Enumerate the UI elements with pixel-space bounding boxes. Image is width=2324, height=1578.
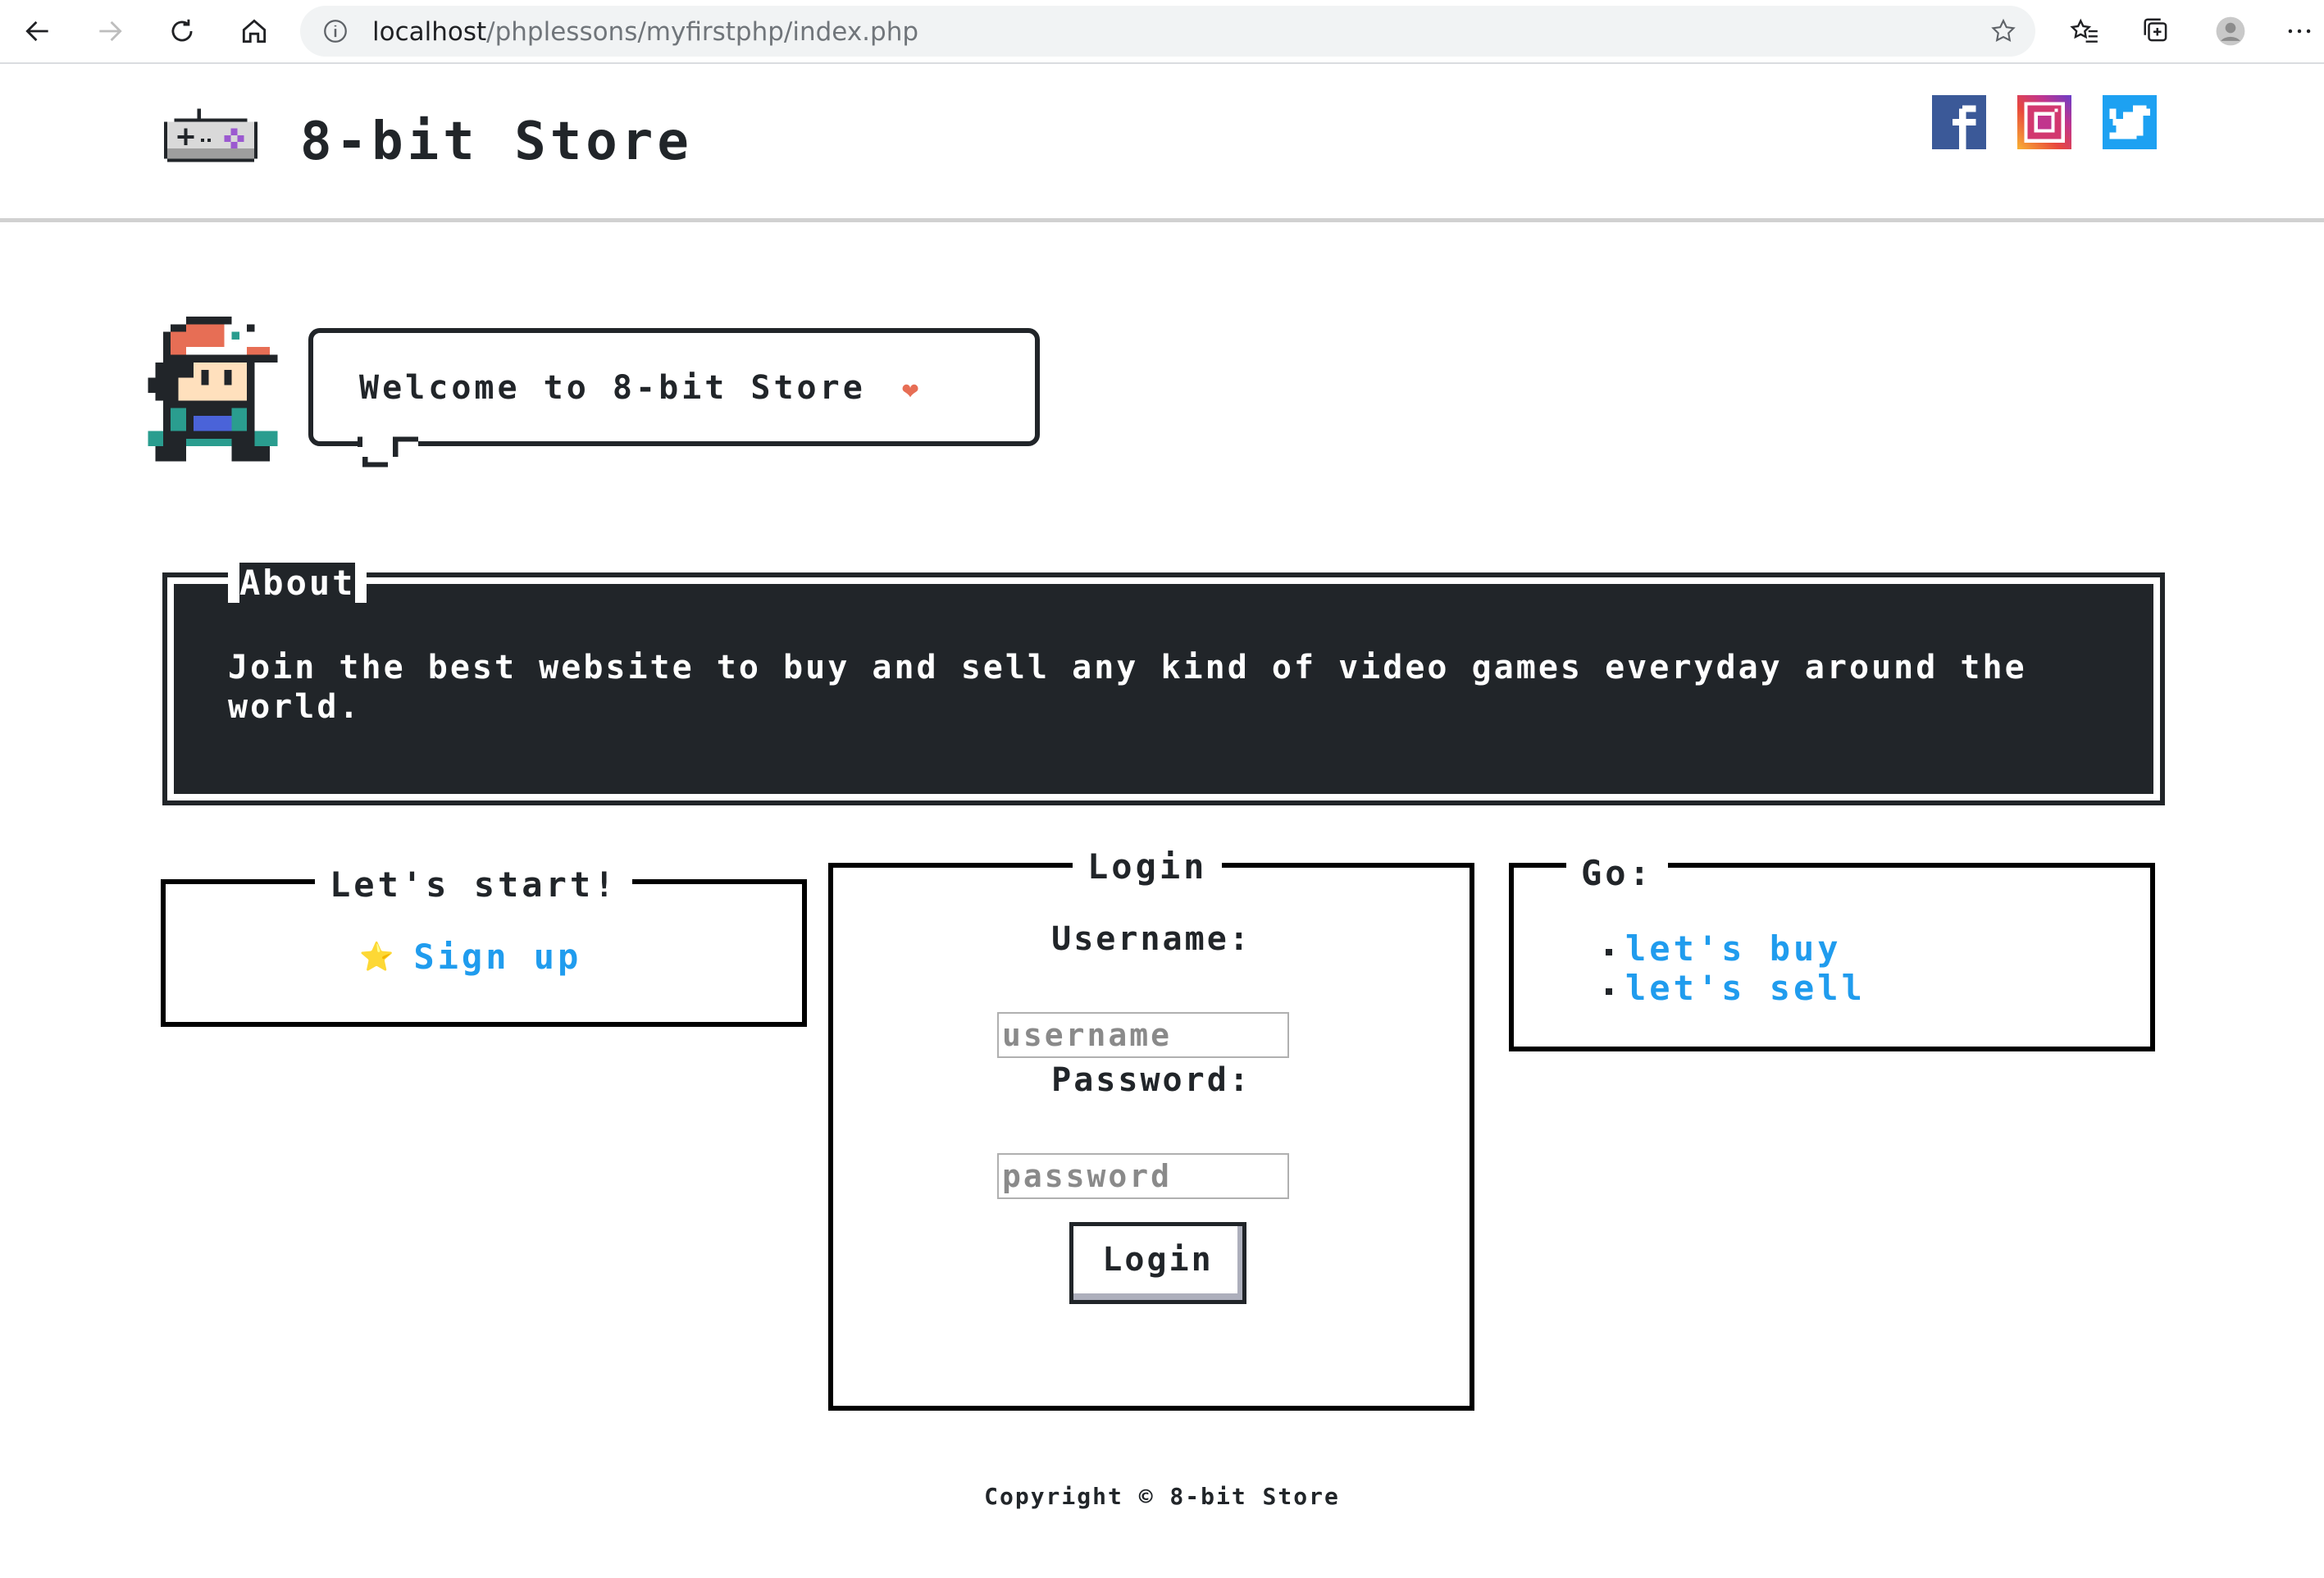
facebook-icon[interactable] bbox=[1932, 95, 1986, 149]
brand[interactable]: 8-bit Store bbox=[161, 97, 693, 187]
list-item: let's sell bbox=[1606, 968, 1866, 1008]
bubble-tail-icon bbox=[358, 436, 418, 467]
welcome-text: Welcome to 8-bit Store ❤ bbox=[359, 369, 923, 407]
refresh-icon[interactable] bbox=[159, 8, 205, 54]
more-options-icon[interactable] bbox=[2276, 8, 2322, 54]
instagram-icon[interactable] bbox=[2017, 95, 2071, 149]
about-text: Join the best website to buy and sell an… bbox=[228, 649, 2027, 726]
twitter-icon[interactable] bbox=[2103, 95, 2157, 149]
list-item: let's buy bbox=[1606, 928, 1866, 969]
go-title: Go: bbox=[1566, 853, 1668, 893]
home-icon[interactable] bbox=[231, 8, 277, 54]
heart-icon: ❤ bbox=[901, 373, 923, 406]
login-form-container: Login Username: Password: Login bbox=[828, 846, 1474, 1411]
about-title: About bbox=[228, 563, 367, 603]
profile-avatar-icon[interactable] bbox=[2208, 8, 2253, 54]
forward-icon[interactable] bbox=[87, 8, 133, 54]
signup-link[interactable]: Sign up bbox=[413, 937, 581, 977]
username-label: Username: bbox=[1051, 920, 1251, 958]
favorite-star-icon[interactable] bbox=[1989, 17, 2017, 45]
signup-row: ⭐ Sign up bbox=[359, 937, 581, 977]
lets-buy-link[interactable]: let's buy bbox=[1625, 928, 1842, 969]
star-icon: ⭐ bbox=[359, 940, 394, 974]
lets-start-container: Let's start! ⭐ Sign up bbox=[161, 864, 807, 1027]
lets-sell-link[interactable]: let's sell bbox=[1625, 968, 1866, 1008]
site-header: 8-bit Store bbox=[0, 64, 2324, 222]
about-section: About Join the best website to buy and s… bbox=[162, 563, 2165, 805]
back-icon[interactable] bbox=[15, 8, 61, 54]
footer-copyright: Copyright © 8-bit Store bbox=[984, 1483, 1340, 1510]
password-label: Password: bbox=[1051, 1061, 1251, 1099]
lets-start-title: Let's start! bbox=[315, 864, 633, 905]
address-bar[interactable]: localhost/phplessons/myfirstphp/index.ph… bbox=[300, 6, 2035, 57]
welcome-speech-bubble: Welcome to 8-bit Store ❤ bbox=[308, 328, 1040, 467]
go-links-list: let's buy let's sell bbox=[1606, 928, 1866, 1008]
browser-toolbar: localhost/phplessons/myfirstphp/index.ph… bbox=[0, 0, 2324, 64]
login-button[interactable]: Login bbox=[1069, 1222, 1246, 1304]
password-input[interactable] bbox=[997, 1153, 1289, 1199]
site-title[interactable]: 8-bit Store bbox=[300, 112, 693, 172]
collections-icon[interactable] bbox=[2134, 8, 2180, 54]
gamepad-logo-icon bbox=[164, 108, 257, 162]
info-icon[interactable] bbox=[321, 17, 349, 45]
pixel-character-icon bbox=[148, 317, 278, 462]
login-title: Login bbox=[1073, 846, 1223, 887]
favorites-icon[interactable] bbox=[2062, 8, 2108, 54]
url-text[interactable]: localhost/phplessons/myfirstphp/index.ph… bbox=[372, 17, 918, 47]
go-container: Go: let's buy let's sell bbox=[1509, 853, 2155, 1051]
username-input[interactable] bbox=[997, 1012, 1289, 1058]
